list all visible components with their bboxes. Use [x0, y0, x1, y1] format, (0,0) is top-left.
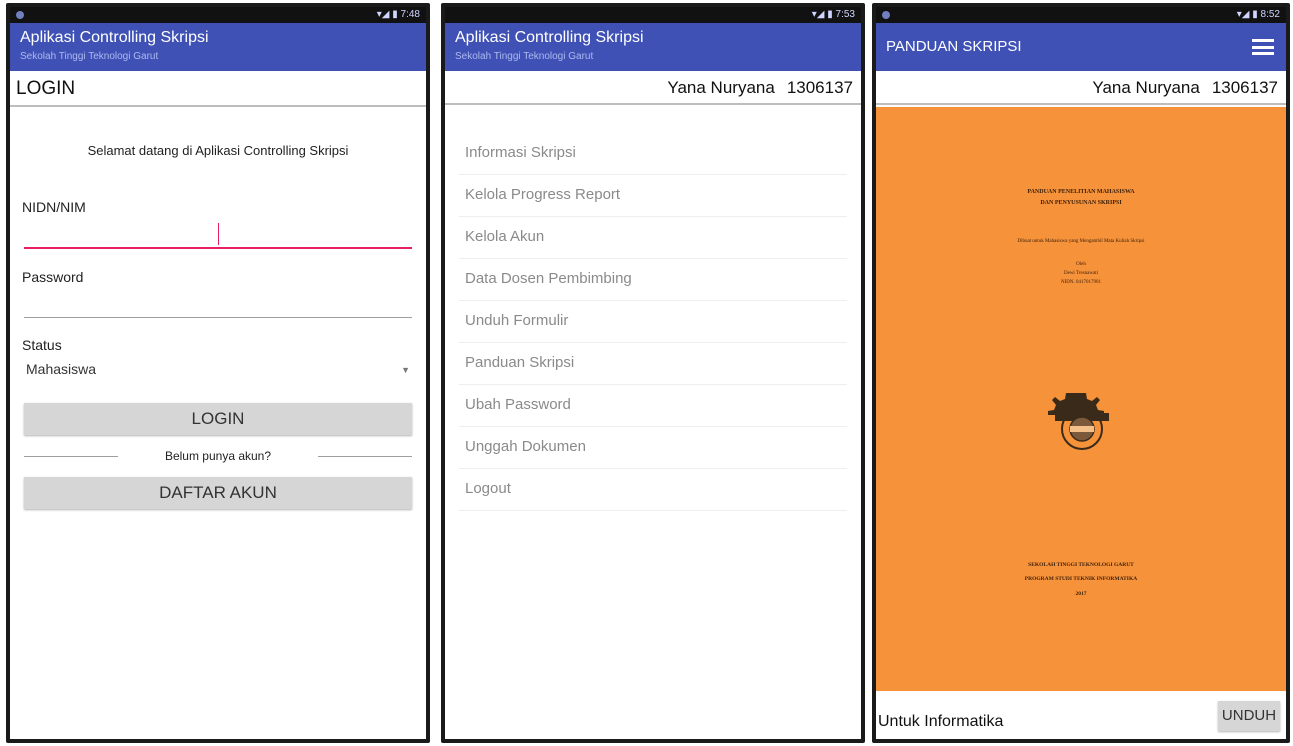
- app-title: Aplikasi Controlling Skripsi: [455, 29, 644, 46]
- footer-label: Untuk Informatika: [878, 713, 1004, 730]
- status-label: Status: [22, 337, 62, 353]
- hamburger-menu-icon[interactable]: [1252, 39, 1274, 55]
- panduan-screen: ▾◢ ▮ 8:52 PANDUAN SKRIPSI Yana Nuryana 13…: [876, 7, 1286, 739]
- status-time: 8:52: [1260, 9, 1280, 20]
- notification-icon: [882, 11, 890, 19]
- password-label: Password: [22, 269, 84, 285]
- app-bar: Aplikasi Controlling Skripsi Sekolah Tin…: [10, 23, 426, 71]
- document-preview[interactable]: PANDUAN PENELITIAN MAHASISWA DAN PENYUSU…: [876, 107, 1286, 691]
- register-button[interactable]: DAFTAR AKUN: [24, 477, 412, 509]
- menu-item-ubah-password[interactable]: Ubah Password: [459, 385, 847, 427]
- app-title: PANDUAN SKRIPSI: [886, 38, 1022, 55]
- user-id: 1306137: [786, 78, 853, 97]
- app-bar: PANDUAN SKRIPSI: [876, 23, 1286, 71]
- status-icons: ▾◢ ▮: [376, 9, 401, 20]
- doc-year: 2017: [1075, 591, 1087, 597]
- menu-item-unggah-dokumen[interactable]: Unggah Dokumen: [459, 427, 847, 469]
- menu-item-informasi-skripsi[interactable]: Informasi Skripsi: [459, 133, 847, 175]
- status-icons: ▾◢ ▮: [1236, 9, 1261, 20]
- app-subtitle: Sekolah Tinggi Teknologi Garut: [20, 51, 159, 62]
- status-select[interactable]: Mahasiswa ▼: [10, 357, 426, 381]
- status-bar: ▾◢ ▮ 8:52: [876, 7, 1286, 23]
- nidn-input[interactable]: [24, 219, 412, 249]
- doc-footer-line2: PROGRAM STUDI TEKNIK INFORMATIKA: [1024, 576, 1138, 582]
- phone-login: ▾◢ ▮ 7:48 Aplikasi Controlling Skripsi S…: [6, 3, 430, 743]
- menu-item-kelola-progress-report[interactable]: Kelola Progress Report: [459, 175, 847, 217]
- status-time: 7:48: [400, 9, 420, 20]
- status-select-value: Mahasiswa: [26, 361, 97, 377]
- welcome-text: Selamat datang di Aplikasi Controlling S…: [87, 143, 349, 158]
- page-title: LOGIN: [10, 71, 426, 107]
- user-name: Yana Nuryana: [667, 78, 775, 97]
- password-input[interactable]: [24, 289, 412, 317]
- text-cursor: [218, 223, 219, 245]
- menu-item-logout[interactable]: Logout: [459, 469, 847, 511]
- status-time: 7:53: [835, 9, 855, 20]
- menu-item-data-dosen-pembimbing[interactable]: Data Dosen Pembimbing: [459, 259, 847, 301]
- app-title: Aplikasi Controlling Skripsi: [20, 29, 209, 46]
- password-underline: [24, 317, 412, 318]
- user-info-bar: Yana Nuryana 1306137: [445, 71, 861, 105]
- doc-title-line1: PANDUAN PENELITIAN MAHASISWA: [1027, 189, 1135, 195]
- doc-footer-line1: SEKOLAH TINGGI TEKNOLOGI GARUT: [1028, 562, 1134, 568]
- user-info-bar: Yana Nuryana 1306137: [876, 71, 1286, 105]
- download-button[interactable]: UNDUH: [1218, 701, 1280, 731]
- menu-item-kelola-akun[interactable]: Kelola Akun: [459, 217, 847, 259]
- main-menu: Informasi Skripsi Kelola Progress Report…: [445, 133, 861, 511]
- status-icons: ▾◢ ▮: [811, 9, 836, 20]
- university-logo-icon: [1048, 393, 1109, 450]
- status-bar: ▾◢ ▮ 7:48: [10, 7, 426, 23]
- app-subtitle: Sekolah Tinggi Teknologi Garut: [455, 51, 594, 62]
- doc-by: Oleh: [1076, 262, 1086, 267]
- doc-author: Dewi Tresnawati: [1063, 271, 1099, 276]
- menu-screen: ▾◢ ▮ 7:53 Aplikasi Controlling Skripsi S…: [445, 7, 861, 739]
- doc-purpose: Dibuat untuk Mahasiswa yang Mengambil Ma…: [1017, 239, 1145, 244]
- status-bar: ▾◢ ▮ 7:53: [445, 7, 861, 23]
- user-id: 1306137: [1211, 78, 1278, 97]
- notification-icon: [16, 11, 24, 19]
- nidn-underline: [24, 247, 412, 249]
- nidn-label: NIDN/NIM: [22, 199, 86, 215]
- app-bar: Aplikasi Controlling Skripsi Sekolah Tin…: [445, 23, 861, 71]
- user-name: Yana Nuryana: [1092, 78, 1200, 97]
- phone-panduan: ▾◢ ▮ 8:52 PANDUAN SKRIPSI Yana Nuryana 13…: [872, 3, 1290, 743]
- login-button[interactable]: LOGIN: [24, 403, 412, 435]
- doc-title-line2: DAN PENYUSUNAN SKRIPSI: [1040, 200, 1122, 206]
- phone-menu: ▾◢ ▮ 7:53 Aplikasi Controlling Skripsi S…: [441, 3, 865, 743]
- login-screen: ▾◢ ▮ 7:48 Aplikasi Controlling Skripsi S…: [10, 7, 426, 739]
- divider-right: [318, 456, 412, 457]
- menu-item-panduan-skripsi[interactable]: Panduan Skripsi: [459, 343, 847, 385]
- doc-nidn: NIDN. 0417017901: [1061, 280, 1101, 285]
- menu-item-unduh-formulir[interactable]: Unduh Formulir: [459, 301, 847, 343]
- dropdown-arrow-icon: ▼: [401, 365, 410, 375]
